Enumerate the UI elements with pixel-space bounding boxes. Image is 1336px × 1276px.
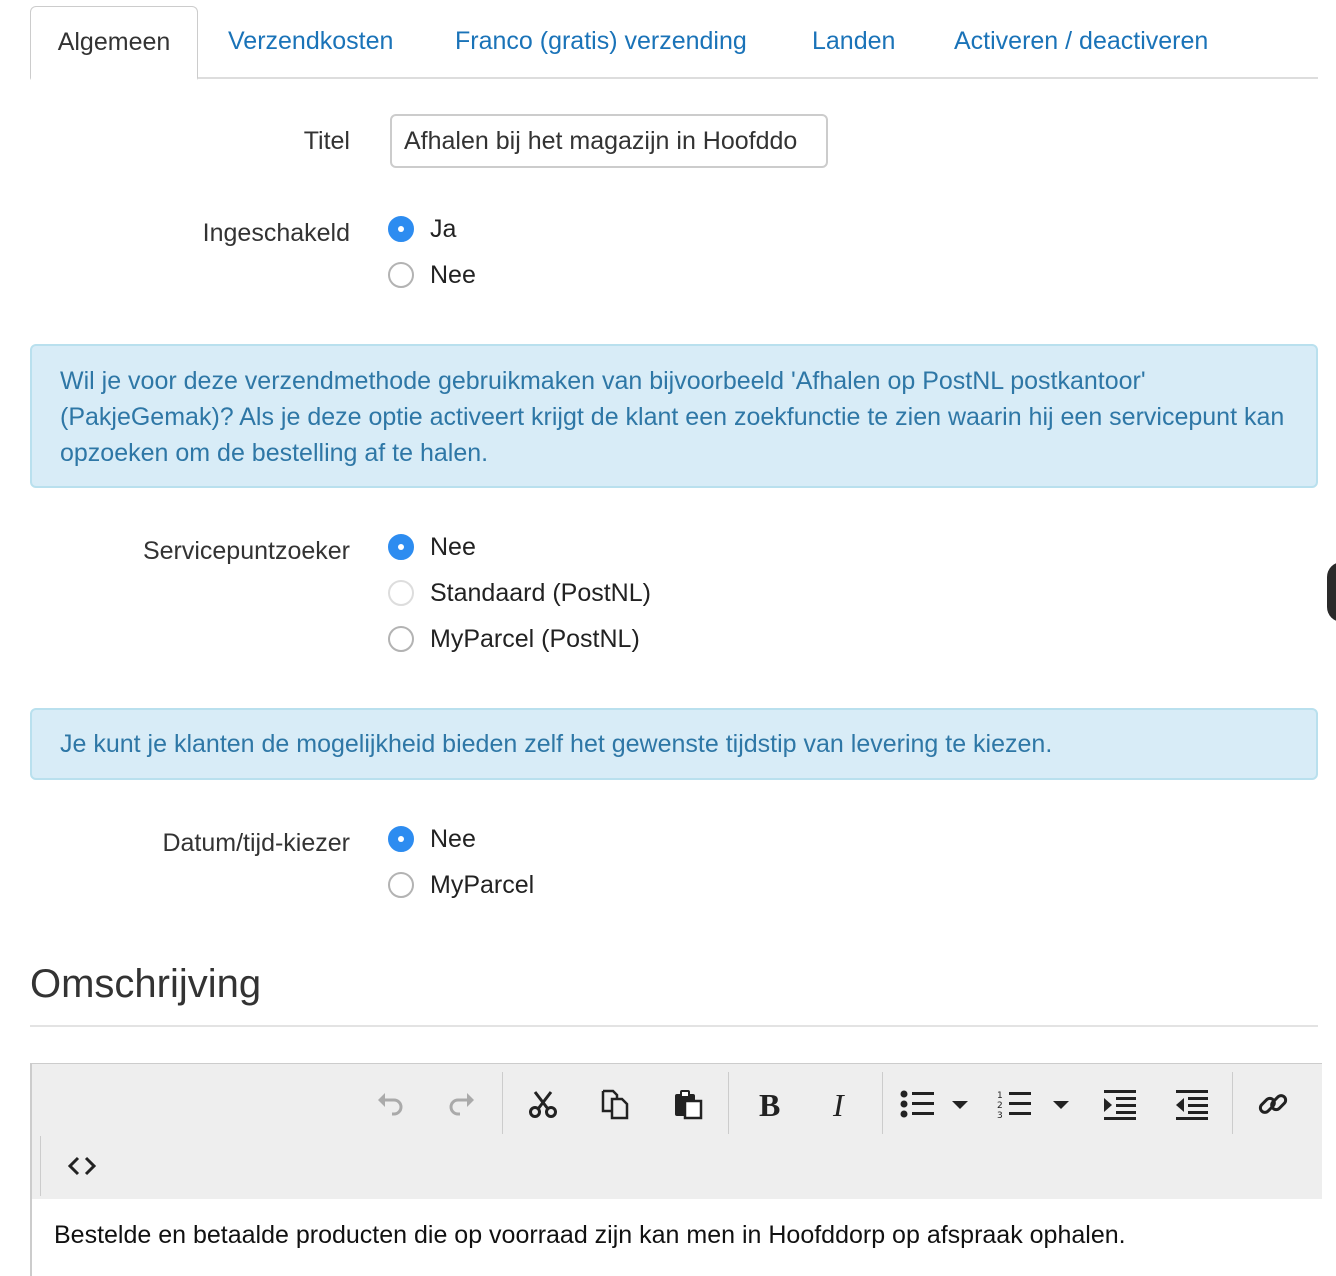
paste-icon[interactable] — [666, 1082, 710, 1126]
datetime-option-myparcel[interactable]: MyParcel — [388, 868, 534, 902]
tab-bar: Algemeen Verzendkosten Franco (gratis) v… — [30, 6, 1318, 80]
toolbar-divider — [1232, 1072, 1233, 1134]
servicepoint-option-nee-label: Nee — [430, 532, 476, 561]
title-input[interactable] — [390, 114, 828, 168]
enabled-option-ja-label: Ja — [430, 214, 457, 243]
datetime-option-nee-label: Nee — [430, 824, 476, 853]
radio-checked-icon[interactable] — [388, 826, 414, 852]
servicepoint-option-nee[interactable]: Nee — [388, 530, 476, 564]
datetime-option-myparcel-label: MyParcel — [430, 870, 535, 899]
side-scroll-handle[interactable] — [1327, 562, 1336, 622]
tab-verzendkosten[interactable]: Verzendkosten — [228, 6, 393, 76]
tab-algemeen[interactable]: Algemeen — [30, 6, 198, 80]
servicepoint-label: Servicepuntzoeker — [142, 537, 350, 565]
enabled-option-nee[interactable]: Nee — [388, 258, 476, 292]
editor-toolbar: B I 123 — [32, 1063, 1322, 1200]
svg-text:1: 1 — [997, 1091, 1003, 1101]
svg-text:I: I — [832, 1088, 845, 1120]
datetime-label: Datum/tijd-kiezer — [162, 829, 350, 857]
outdent-icon[interactable] — [1098, 1082, 1142, 1126]
editor-text[interactable]: Bestelde en betaalde producten die op vo… — [54, 1221, 1126, 1250]
radio-unchecked-icon[interactable] — [388, 626, 414, 652]
servicepoint-info-box: Wil je voor deze verzendmethode gebruikm… — [30, 344, 1318, 488]
servicepoint-option-standaard[interactable]: Standaard (PostNL) — [388, 576, 651, 610]
enabled-option-nee-label: Nee — [430, 260, 476, 289]
title-label: Titel — [303, 127, 350, 155]
servicepoint-option-myparcel[interactable]: MyParcel (PostNL) — [388, 622, 640, 656]
datetime-info-text: Je kunt je klanten de mogelijkheid biede… — [60, 730, 1053, 758]
tab-activeren-deactiveren[interactable]: Activeren / deactiveren — [954, 6, 1208, 76]
enabled-label: Ingeschakeld — [202, 219, 350, 247]
cut-icon[interactable] — [521, 1082, 565, 1126]
svg-text:3: 3 — [997, 1111, 1003, 1120]
servicepoint-option-standaard-label: Standaard (PostNL) — [430, 578, 651, 607]
servicepoint-option-myparcel-label: MyParcel (PostNL) — [430, 624, 640, 653]
description-heading: Omschrijving — [30, 962, 262, 1006]
svg-text:B: B — [759, 1088, 780, 1120]
servicepoint-info-text: Wil je voor deze verzendmethode gebruikm… — [60, 367, 1285, 467]
rich-text-editor: B I 123 Bestelde en betaalde producten d… — [30, 1063, 1322, 1276]
toolbar-divider — [40, 1136, 41, 1196]
undo-icon[interactable] — [368, 1082, 412, 1126]
radio-checked-icon[interactable] — [388, 534, 414, 560]
bold-icon[interactable]: B — [747, 1082, 791, 1126]
indent-icon[interactable] — [1170, 1082, 1214, 1126]
link-icon[interactable] — [1251, 1082, 1295, 1126]
svg-text:2: 2 — [997, 1101, 1003, 1111]
toolbar-divider — [882, 1072, 883, 1134]
copy-icon[interactable] — [593, 1082, 637, 1126]
bulleted-list-icon[interactable] — [898, 1082, 978, 1126]
radio-unchecked-icon[interactable] — [388, 872, 414, 898]
radio-unchecked-icon[interactable] — [388, 580, 414, 606]
radio-checked-icon[interactable] — [388, 216, 414, 242]
datetime-info-box: Je kunt je klanten de mogelijkheid biede… — [30, 708, 1318, 780]
toolbar-divider — [728, 1072, 729, 1134]
tab-landen[interactable]: Landen — [812, 6, 895, 76]
enabled-option-ja[interactable]: Ja — [388, 212, 456, 246]
heading-divider — [30, 1025, 1318, 1027]
editor-content-area[interactable]: Bestelde en betaalde producten die op vo… — [32, 1199, 1322, 1276]
tab-franco-verzending[interactable]: Franco (gratis) verzending — [455, 6, 747, 76]
numbered-list-icon[interactable]: 123 — [997, 1082, 1077, 1126]
redo-icon[interactable] — [440, 1082, 484, 1126]
radio-unchecked-icon[interactable] — [388, 262, 414, 288]
toolbar-divider — [502, 1072, 503, 1134]
italic-icon[interactable]: I — [819, 1082, 863, 1126]
datetime-option-nee[interactable]: Nee — [388, 822, 476, 856]
source-code-icon[interactable] — [60, 1144, 104, 1188]
